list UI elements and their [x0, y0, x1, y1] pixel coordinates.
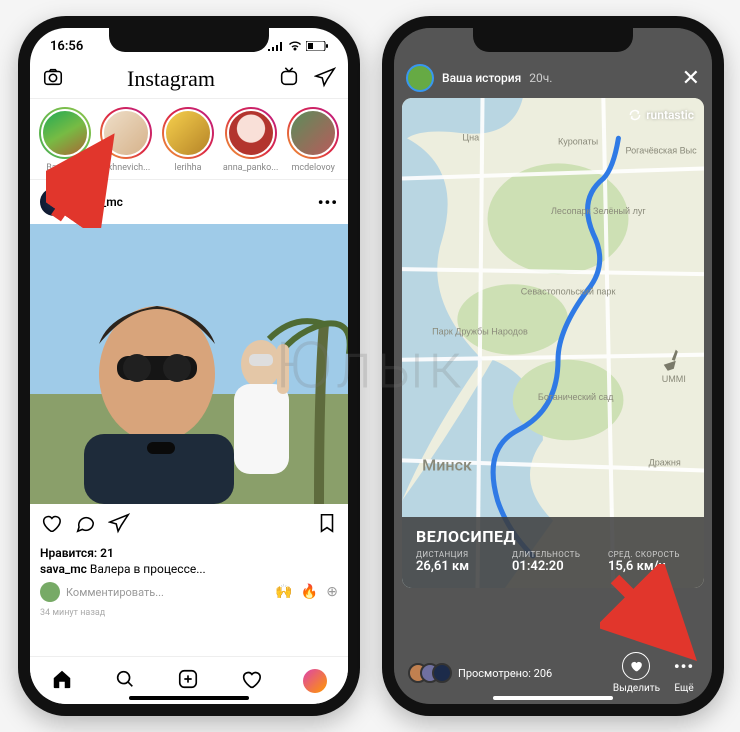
comment-icon[interactable]: [74, 512, 96, 538]
battery-icon: [306, 41, 328, 51]
avatar: [406, 64, 434, 92]
status-time: 16:56: [50, 39, 83, 54]
post-actions: [30, 504, 348, 546]
comment-placeholder: Комментировать...: [66, 586, 269, 599]
direct-messages-icon[interactable]: [314, 66, 336, 92]
tab-home[interactable]: [51, 668, 73, 694]
svg-text:Лесопарк Зелёный луг: Лесопарк Зелёный луг: [551, 206, 646, 216]
svg-text:Минск: Минск: [422, 455, 472, 474]
post-username: sava_mc: [76, 195, 123, 209]
story-author[interactable]: Ваша история 20ч.: [406, 64, 552, 92]
post-image[interactable]: [30, 224, 348, 504]
igtv-icon[interactable]: [278, 66, 300, 92]
story-item[interactable]: okhnevich...: [100, 107, 154, 173]
share-icon[interactable]: [108, 512, 130, 538]
svg-text:Куропаты: Куропаты: [558, 136, 598, 146]
svg-text:Цна: Цна: [462, 132, 480, 142]
stat-speed-label: СРЕД. СКОРОСТЬ: [608, 550, 690, 559]
notch: [473, 28, 633, 52]
like-icon[interactable]: [40, 512, 62, 538]
cellular-icon: [268, 41, 284, 51]
bookmark-icon[interactable]: [316, 512, 338, 538]
instagram-logo: Instagram: [127, 66, 215, 92]
story-title: Ваша история: [442, 71, 521, 85]
post-author[interactable]: sava_mc: [40, 188, 123, 216]
story-footer: Просмотрено: 206 Выделить ••• Ещё: [394, 652, 712, 694]
post-options-icon[interactable]: •••: [318, 193, 338, 212]
stat-distance: 26,61 км: [416, 559, 498, 574]
like-count[interactable]: Нравится: 21: [40, 546, 338, 560]
story-media[interactable]: Цна Куропаты Рогачёвская Выс Лесопарк Зе…: [402, 98, 704, 588]
story-item[interactable]: anna_panko...: [223, 107, 279, 173]
tab-activity[interactable]: [240, 668, 262, 694]
close-icon[interactable]: ✕: [682, 66, 700, 91]
home-indicator[interactable]: [129, 696, 249, 700]
svg-text:Парк Дружбы Народов: Парк Дружбы Народов: [432, 327, 528, 337]
highlight-button[interactable]: Выделить: [613, 652, 660, 694]
stories-tray[interactable]: Ваша и... okhnevich... lerihha anna_pank…: [30, 99, 348, 180]
story-label: mcdelovoy: [286, 163, 340, 173]
story-label: okhnevich...: [100, 163, 154, 173]
stat-duration-label: ДЛИТЕЛЬНОСТЬ: [512, 550, 594, 559]
post-caption: sava_mc Валера в процессе...: [40, 562, 338, 576]
story-header: Ваша история 20ч. ✕: [394, 64, 712, 92]
phone-story-viewer: 16:54 Ваша история 20ч. ✕: [382, 16, 724, 716]
more-button[interactable]: ••• Ещё: [670, 652, 698, 694]
svg-text:Рогачёвская Выс: Рогачёвская Выс: [625, 145, 697, 155]
tab-profile[interactable]: [303, 669, 327, 693]
status-icons: [268, 41, 328, 51]
notch: [109, 28, 269, 52]
stat-distance-label: ДИСТАНЦИЯ: [416, 550, 498, 559]
activity-overlay: ВЕЛОСИПЕД ДИСТАНЦИЯ 26,61 км ДЛИТЕЛЬНОСТ…: [402, 517, 704, 588]
runtastic-logo: runtastic: [628, 108, 694, 122]
tab-new-post[interactable]: [177, 668, 199, 694]
story-your-story[interactable]: Ваша и...: [38, 107, 92, 173]
add-comment[interactable]: Комментировать... 🙌🔥⊕: [30, 576, 348, 604]
svg-text:Ботанический сад: Ботанический сад: [538, 392, 614, 402]
viewer-avatars: [408, 663, 452, 683]
home-indicator[interactable]: [493, 696, 613, 700]
svg-text:Севастопольский парк: Севастопольский парк: [521, 286, 616, 296]
story-label: lerihha: [161, 163, 215, 173]
story-item[interactable]: lerihha: [161, 107, 215, 173]
post-timestamp: 34 минут назад: [30, 604, 348, 622]
story-age: 20ч.: [529, 71, 552, 85]
viewer-count: Просмотрено: 206: [458, 667, 552, 680]
activity-title: ВЕЛОСИПЕД: [416, 527, 690, 546]
tab-search[interactable]: [114, 668, 136, 694]
wifi-icon: [288, 41, 302, 51]
stat-duration: 01:42:20: [512, 559, 594, 574]
phone-instagram-feed: 16:56 Instagram: [18, 16, 360, 716]
story-viewers[interactable]: Просмотрено: 206: [408, 663, 603, 683]
story-item[interactable]: mcdelovoy: [286, 107, 340, 173]
post-header: sava_mc •••: [30, 180, 348, 224]
svg-text:UMMI: UMMI: [662, 374, 686, 384]
story-label: Ваша и...: [38, 163, 92, 173]
emoji-quickbar[interactable]: 🙌🔥⊕: [275, 584, 338, 600]
stat-speed: 15,6 км/ч: [608, 559, 690, 574]
app-header: Instagram: [30, 60, 348, 99]
camera-icon[interactable]: [42, 66, 64, 92]
svg-text:Дражня: Дражня: [649, 457, 681, 467]
story-label: anna_panko...: [223, 163, 279, 173]
